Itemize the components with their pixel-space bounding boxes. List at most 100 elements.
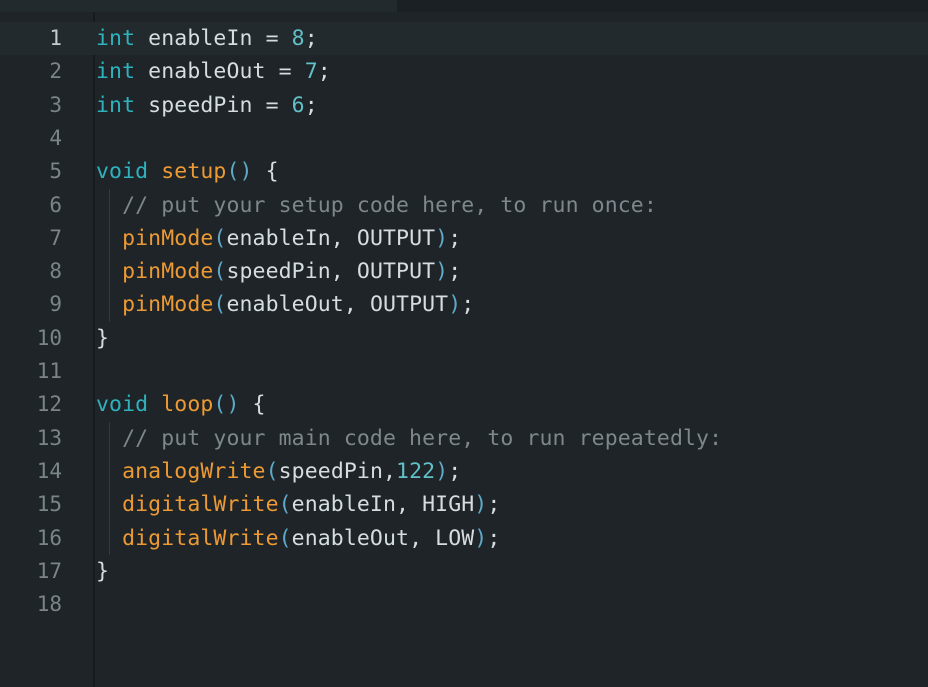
code-token: )	[474, 525, 488, 551]
code-line[interactable]: 13 // put your main code here, to run re…	[0, 422, 928, 455]
code-token: // put your main code here, to run repea…	[96, 425, 723, 451]
code-token: int	[96, 92, 136, 118]
code-token: enableOut =	[135, 59, 305, 85]
line-number: 2	[49, 59, 62, 84]
code-token: ;	[461, 292, 475, 318]
code-token: enableOut, OUTPUT	[226, 292, 449, 318]
code-token: )	[435, 225, 449, 251]
line-number: 17	[36, 558, 62, 583]
code-token: ;	[487, 525, 501, 551]
code-line[interactable]: 1 int enableIn = 8;	[0, 22, 928, 56]
code-line[interactable]: 18	[0, 588, 928, 621]
code-token: speedPin, OUTPUT	[226, 259, 436, 285]
code-line[interactable]: 9 pinMode(enableOut, OUTPUT);	[0, 288, 928, 321]
code-line-text[interactable]: // put your setup code here, to run once…	[96, 189, 657, 222]
code-token: ;	[448, 259, 462, 285]
code-token: 7	[304, 59, 318, 85]
indent-guide	[109, 188, 110, 322]
code-line[interactable]: 16 digitalWrite(enableOut, LOW);	[0, 522, 928, 555]
code-token: enableOut, LOW	[291, 525, 475, 551]
code-token: )	[435, 259, 449, 285]
code-line[interactable]: 11	[0, 355, 928, 388]
code-token: // put your setup code here, to run once…	[96, 192, 657, 218]
code-line[interactable]: 15 digitalWrite(enableIn, HIGH);	[0, 488, 928, 521]
code-token: (	[278, 525, 292, 551]
top-strip-left-segment	[0, 0, 397, 12]
line-number: 5	[49, 159, 62, 184]
code-line[interactable]: 10}	[0, 322, 928, 355]
code-token: loop	[161, 392, 214, 418]
line-number: 7	[49, 225, 62, 250]
code-line-text[interactable]: analogWrite(speedPin,122);	[96, 455, 461, 488]
code-token: ()	[226, 159, 253, 185]
code-token: enableIn =	[135, 26, 292, 51]
code-token: )	[435, 458, 449, 484]
line-number: 15	[36, 492, 62, 517]
indent-guide	[109, 421, 110, 555]
line-number: 13	[36, 425, 62, 450]
code-line[interactable]: 7 pinMode(enableIn, OUTPUT);	[0, 222, 928, 255]
code-line-text[interactable]	[96, 122, 109, 155]
code-token: 6	[291, 92, 305, 118]
code-token: ;	[304, 92, 318, 118]
code-token: pinMode	[122, 292, 214, 318]
code-line-text[interactable]: }	[96, 555, 109, 588]
code-line-text[interactable]: }	[96, 322, 109, 355]
line-number: 4	[49, 125, 62, 150]
line-number: 11	[36, 359, 62, 383]
code-token: (	[213, 259, 227, 285]
code-token: {	[239, 392, 266, 418]
code-line-text[interactable]: void loop() {	[96, 388, 266, 421]
code-line[interactable]: 2 int enableOut = 7;	[0, 55, 928, 88]
code-line-text[interactable]: int speedPin = 6;	[96, 89, 318, 122]
code-line[interactable]: 14 analogWrite(speedPin,122);	[0, 455, 928, 488]
code-line-text[interactable]: void setup() {	[96, 155, 279, 188]
line-number: 16	[36, 525, 62, 550]
code-line[interactable]: 17}	[0, 555, 928, 588]
code-token: pinMode	[122, 225, 214, 251]
code-token: {	[252, 159, 279, 185]
code-token: ;	[487, 492, 501, 518]
code-line-text[interactable]	[96, 588, 109, 621]
code-token: }	[96, 325, 110, 351]
code-line[interactable]: 12 void loop() {	[0, 388, 928, 421]
code-token: digitalWrite	[122, 492, 279, 518]
code-token: ;	[448, 225, 462, 251]
code-line[interactable]: 8 pinMode(speedPin, OUTPUT);	[0, 255, 928, 288]
code-token: }	[96, 558, 110, 584]
code-token: enableIn, OUTPUT	[226, 225, 436, 251]
line-number: 12	[36, 392, 62, 417]
line-number: 8	[49, 259, 62, 284]
code-line[interactable]: 6 // put your setup code here, to run on…	[0, 189, 928, 222]
code-token: (	[213, 225, 227, 251]
code-line[interactable]: 5 void setup() {	[0, 155, 928, 188]
code-line-text[interactable]: int enableIn = 8;	[96, 22, 318, 55]
code-token: ;	[317, 59, 331, 85]
line-number: 1	[49, 26, 62, 50]
code-token: )	[448, 292, 462, 318]
code-line-text[interactable]: pinMode(enableIn, OUTPUT);	[96, 222, 461, 255]
code-editor[interactable]: 1 int enableIn = 8; 2 int enableOut = 7; 3 in…	[0, 12, 928, 687]
code-token: analogWrite	[122, 458, 266, 484]
code-line-text[interactable]: // put your main code here, to run repea…	[96, 422, 722, 455]
code-line-text[interactable]: pinMode(speedPin, OUTPUT);	[96, 255, 461, 288]
code-line-text[interactable]: digitalWrite(enableIn, HIGH);	[96, 488, 500, 521]
code-line[interactable]: 3 int speedPin = 6;	[0, 89, 928, 122]
code-token: pinMode	[122, 259, 214, 285]
code-token: digitalWrite	[122, 525, 279, 551]
code-line-text[interactable]	[96, 355, 109, 388]
code-token: ;	[448, 458, 462, 484]
code-token: void	[96, 159, 149, 185]
line-number: 9	[49, 292, 62, 317]
code-line-text[interactable]: int enableOut = 7;	[96, 55, 331, 88]
code-token: int	[96, 59, 136, 85]
code-line-text[interactable]: digitalWrite(enableOut, LOW);	[96, 522, 500, 555]
code-token: int	[96, 26, 136, 51]
code-line-text[interactable]: pinMode(enableOut, OUTPUT);	[96, 288, 474, 321]
window-top-strip	[0, 0, 928, 12]
line-number: 18	[36, 592, 62, 617]
code-line[interactable]: 4	[0, 122, 928, 155]
code-token: ;	[304, 26, 318, 51]
